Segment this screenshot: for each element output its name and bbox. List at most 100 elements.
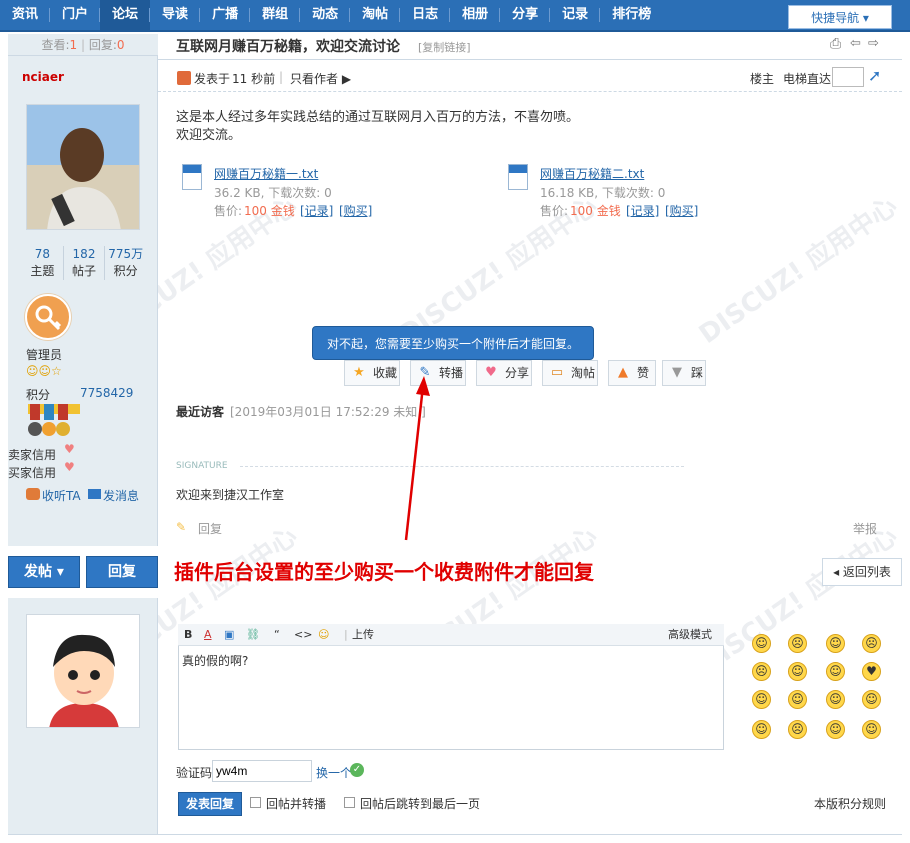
stat-topics[interactable]: 78 主题 [22,246,64,280]
repost-checkbox[interactable] [250,797,261,808]
smirk-emoticon[interactable]: ☺ [862,720,881,739]
nav-item[interactable]: 广播 [200,0,251,31]
rules-link[interactable]: 本版积分规则 [814,795,886,812]
reply-button[interactable]: 回复 [86,556,158,588]
happy-emoticon[interactable]: ☺ [752,720,771,739]
mad-emoticon[interactable]: ☹ [788,720,807,739]
replies-count: 0 [116,38,125,52]
smile-emoticon[interactable]: ☺ [752,634,771,653]
floor-input[interactable] [832,67,864,87]
nav-item[interactable]: 分享 [500,0,551,31]
sad-emoticon[interactable]: ☹ [788,634,807,653]
nav-item[interactable]: 日志 [400,0,451,31]
tongue-emoticon[interactable]: ☺ [788,690,807,709]
author-avatar[interactable] [26,104,140,230]
advanced-mode-link[interactable]: 高级模式 [668,626,712,644]
attachment-link[interactable]: 网赚百万秘籍一.txt [214,165,318,182]
attachment-record-link[interactable]: [记录] [300,202,333,219]
attachment-buy-link[interactable]: [购买] [665,202,698,219]
follow-icon [26,488,40,500]
attachment-record-link[interactable]: [记录] [626,202,659,219]
angry-emoticon[interactable]: ☹ [752,662,771,681]
seller-credit-label: 卖家信用 [8,448,57,462]
repost-label: 转播 [439,366,464,380]
upload-button[interactable]: 上传 [352,626,374,644]
divider [8,834,902,835]
quote-icon[interactable]: “ [274,626,280,644]
grin-emoticon[interactable]: ☺ [826,634,845,653]
report-link[interactable]: 举报 [853,520,877,537]
stat-number: 775万 [108,247,144,261]
smiley-icon[interactable]: ☺ [318,626,329,644]
attachment-meta: 16.18 KB, 下载次数: 0 [540,186,666,200]
quick-nav-button[interactable]: 快捷导航 ▾ [788,5,892,29]
nav-item[interactable]: 相册 [450,0,501,31]
author-name[interactable]: nciaer [22,70,64,84]
stat-number: 182 [72,247,96,261]
back-to-list-button[interactable]: ◂ 返回列表 [822,558,902,586]
stat-label: 主题 [30,264,55,278]
love-emoticon[interactable]: ♥ [862,662,881,681]
font-color-icon[interactable]: A [204,626,212,644]
favorite-label: 收藏 [373,366,398,380]
thumb-down-icon: ▼ [672,365,682,380]
follow-link[interactable]: 收听TA [42,487,81,504]
surprised-emoticon[interactable]: ☺ [826,662,845,681]
print-icon[interactable]: ⎙ [830,36,841,52]
link-icon[interactable]: ⛓ [246,626,260,644]
rank-stars-icon: ☺☺☆ [26,364,62,378]
medals-icon [26,404,82,438]
message-link[interactable]: 发消息 [103,487,139,504]
user-group[interactable]: 管理员 [26,346,62,363]
nav-item[interactable]: 门户 [50,0,101,31]
nav-item[interactable]: 排行榜 [600,0,663,31]
collect-button[interactable]: ▭ 淘帖 [542,360,598,386]
stat-posts[interactable]: 182 帖子 [64,246,106,280]
image-icon[interactable]: ▣ [224,626,234,644]
nav-item[interactable]: 动态 [300,0,351,31]
purchase-required-tooltip: 对不起，您需要至少购买一个附件后才能回复。 [312,326,594,360]
wink-emoticon[interactable]: ☺ [752,690,771,709]
heart-icon: ♥ [64,442,75,456]
shy-emoticon[interactable]: ☺ [788,662,807,681]
attachment-buy-link[interactable]: [购买] [339,202,372,219]
attachment-link[interactable]: 网赚百万秘籍二.txt [540,165,644,182]
submit-reply-button[interactable]: 发表回复 [178,792,242,816]
stat-points[interactable]: 775万 积分 [105,246,146,280]
laugh-emoticon[interactable]: ☺ [826,690,845,709]
price-label: 售价: [540,204,569,218]
sleepy-emoticon[interactable]: ☺ [826,720,845,739]
prev-thread-icon[interactable]: ⇦ [850,36,861,51]
stat-number: 78 [34,247,50,261]
new-post-button[interactable]: 发帖 ▾ [8,556,80,588]
watermark: DISCUZ! 应用中心 [693,191,903,350]
go-floor-icon[interactable]: ➚ [868,66,881,85]
attachment-price: 100 金钱 [570,204,621,218]
nav-item[interactable]: 资讯 [0,0,51,31]
big-grin-emoticon[interactable]: ☺ [862,690,881,709]
user-avatar[interactable] [26,614,140,728]
nav-item[interactable]: 导读 [150,0,201,31]
nav-item[interactable]: 淘帖 [350,0,401,31]
thread-title: 互联网月赚百万秘籍，欢迎交流讨论 [176,39,400,55]
star-icon: ★ [353,365,365,380]
bold-icon[interactable]: B [184,626,192,644]
favorite-button[interactable]: ★ 收藏 [344,360,400,386]
views-count: 1 [69,38,78,52]
nav-item[interactable]: 记录 [550,0,601,31]
code-icon[interactable]: <> [294,626,312,644]
like-button[interactable]: ▲ 赞 [608,360,656,386]
nav-item-active[interactable]: 论坛 [100,0,151,31]
captcha-input[interactable] [212,760,312,782]
next-thread-icon[interactable]: ⇨ [868,36,879,51]
jump-last-checkbox[interactable] [344,797,355,808]
cry-emoticon[interactable]: ☹ [862,634,881,653]
only-author-link[interactable]: 只看作者 ▶ [290,70,351,87]
reply-link[interactable]: 回复 [198,520,222,537]
captcha-refresh-link[interactable]: 换一个 [316,764,352,781]
share-button[interactable]: ♥ 分享 [476,360,532,386]
dislike-button[interactable]: ▼ 踩 [662,360,706,386]
copy-link[interactable]: [复制链接] [418,39,471,55]
nav-item[interactable]: 群组 [250,0,301,31]
posted-label: 发表于 [194,72,231,86]
